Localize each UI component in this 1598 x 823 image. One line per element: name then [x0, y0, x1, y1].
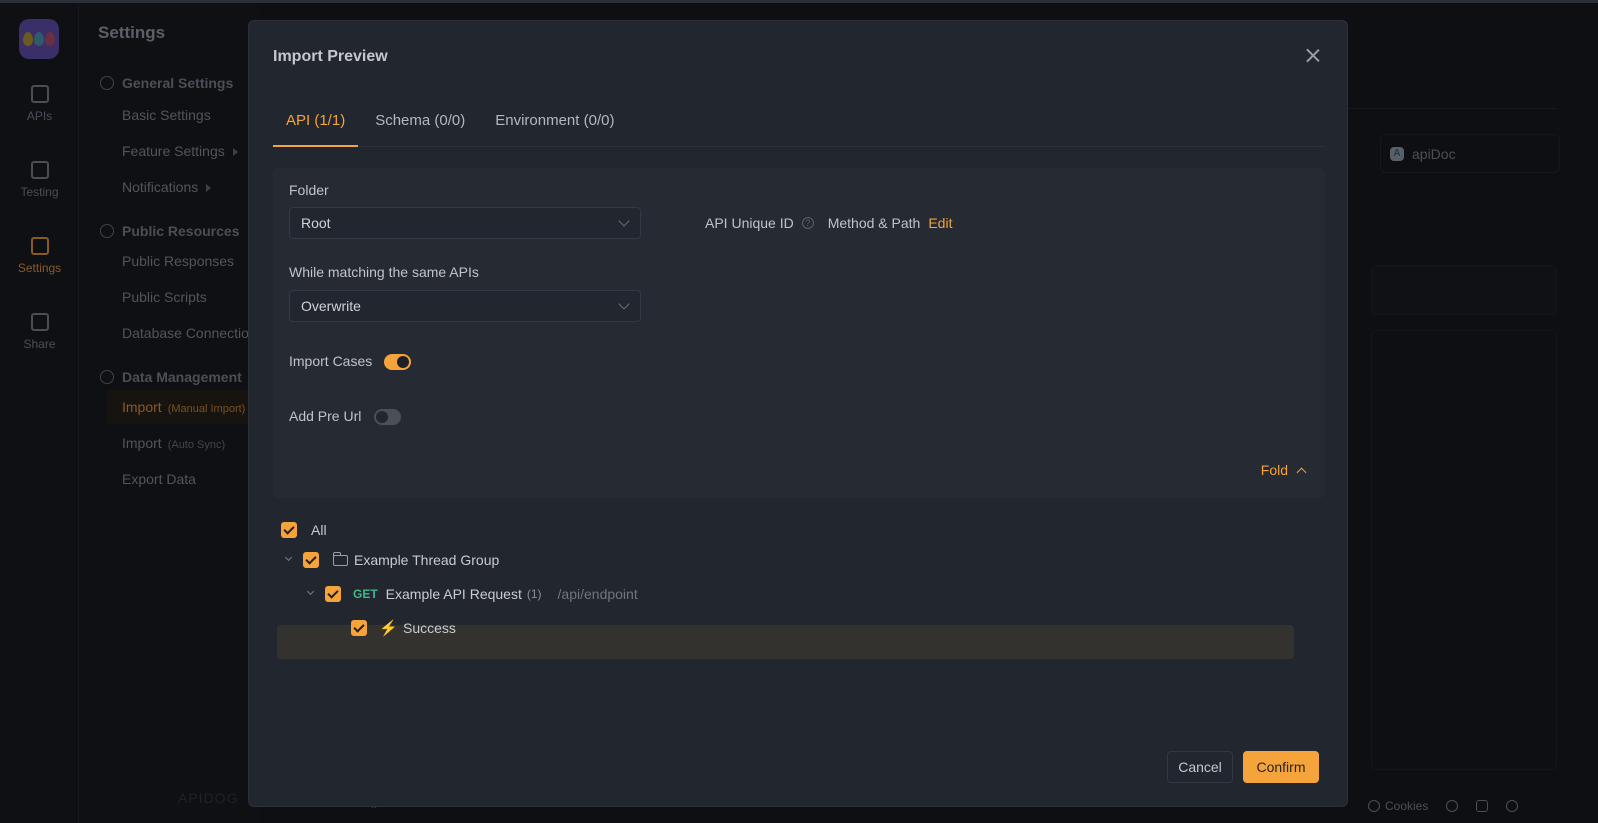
nav-feature-settings[interactable]: Feature Settings — [122, 143, 238, 159]
cookies-button[interactable]: Cookies — [1368, 799, 1428, 813]
share-icon — [30, 313, 49, 331]
nav-public-scripts[interactable]: Public Scripts — [122, 289, 207, 305]
bg-panel — [1371, 265, 1557, 315]
close-icon[interactable] — [1303, 46, 1323, 66]
import-cases-toggle[interactable] — [384, 354, 411, 370]
settings-nav: Settings General Settings Basic Settings… — [80, 3, 282, 823]
method-badge: GET — [353, 587, 378, 601]
rail-item-settings[interactable]: Settings — [0, 237, 79, 275]
checkbox-api[interactable] — [325, 586, 341, 602]
gear-icon — [100, 76, 114, 90]
bg-apidoc-option: A apiDoc — [1380, 134, 1560, 173]
nav-notifications[interactable]: Notifications — [122, 179, 212, 195]
add-pre-url-label: Add Pre Url — [289, 408, 362, 424]
caret-right-icon — [206, 184, 212, 192]
folder-icon — [332, 551, 348, 566]
api-path: /api/endpoint — [557, 586, 638, 602]
cancel-button[interactable]: Cancel — [1167, 751, 1233, 783]
help-icon[interactable] — [1506, 800, 1519, 812]
add-pre-url-toggle[interactable] — [374, 409, 401, 425]
chevron-down-icon — [618, 298, 630, 310]
api-icon — [30, 85, 49, 103]
nav-import-auto-sync[interactable]: Import (Auto Sync) — [122, 435, 225, 451]
import-options-card: Folder Root API Unique ID ? Method & Pat… — [273, 168, 1325, 498]
bg-divider — [1335, 108, 1557, 109]
caret-right-icon — [232, 148, 238, 156]
layers-icon — [100, 224, 114, 238]
nav-basic-settings[interactable]: Basic Settings — [122, 107, 211, 123]
tab-schema[interactable]: Schema (0/0) — [362, 109, 478, 147]
matching-select[interactable]: Overwrite — [289, 290, 641, 322]
settings-title: Settings — [98, 23, 166, 42]
chevron-down-icon[interactable] — [285, 556, 293, 564]
tab-bar: API (1/1) Schema (0/0) Environment (0/0) — [273, 109, 1325, 147]
bg-panel — [1371, 330, 1557, 770]
rail-item-apis[interactable]: APIs — [0, 85, 79, 123]
chevron-down-icon[interactable] — [307, 590, 315, 598]
tab-api[interactable]: API (1/1) — [273, 109, 359, 147]
import-preview-modal: Import Preview API (1/1) Schema (0/0) En… — [248, 20, 1348, 807]
question-icon[interactable]: ? — [801, 217, 814, 229]
apidoc-icon: A — [1390, 146, 1404, 161]
footer-toolbar: Cookies — [1368, 796, 1598, 816]
testing-icon — [30, 161, 49, 179]
modal-title: Import Preview — [273, 48, 388, 65]
matching-label: While matching the same APIs — [289, 264, 479, 280]
app-logo — [19, 19, 59, 59]
shirt-icon[interactable] — [1476, 800, 1489, 812]
group-public-resources: Public Resources — [100, 223, 240, 239]
tree-row-api[interactable]: GET Example API Request (1) /api/endpoin… — [307, 577, 638, 611]
rail-item-share[interactable]: Share — [0, 313, 79, 351]
group-general-settings: General Settings — [100, 75, 233, 91]
checkbox-case[interactable] — [351, 620, 367, 636]
rail-item-testing[interactable]: Testing — [0, 161, 79, 199]
confirm-button[interactable]: Confirm — [1243, 751, 1319, 783]
tree-row-case[interactable]: ⚡ Success — [351, 611, 456, 645]
checkbox-all[interactable] — [281, 522, 297, 538]
checkbox-group[interactable] — [303, 552, 319, 568]
database-icon — [100, 370, 114, 384]
unique-id-value: Method & Path — [827, 215, 921, 231]
import-cases-label: Import Cases — [289, 353, 373, 369]
settings-icon — [30, 237, 49, 255]
cookie-icon — [1368, 800, 1380, 812]
folder-select[interactable]: Root — [289, 207, 641, 239]
tree-row-group[interactable]: Example Thread Group — [285, 543, 499, 577]
chevron-up-icon — [1296, 467, 1307, 477]
edit-unique-id-link[interactable]: Edit — [928, 215, 952, 231]
tree-row-all[interactable]: All — [281, 513, 327, 547]
group-data-management: Data Management — [100, 369, 242, 385]
brand-footer-logo: APIDOG — [178, 790, 239, 806]
nav-database-connections[interactable]: Database Connections — [122, 325, 264, 341]
nav-public-responses[interactable]: Public Responses — [122, 253, 234, 269]
folder-label: Folder — [289, 182, 329, 198]
app-rail: APIs Testing Settings Share — [0, 3, 79, 823]
api-unique-id-row: API Unique ID ? Method & Path Edit — [705, 215, 953, 231]
fold-button[interactable]: Fold — [1261, 462, 1307, 478]
upload-icon[interactable] — [1446, 800, 1459, 812]
tab-environment[interactable]: Environment (0/0) — [482, 109, 627, 147]
test-case-icon: ⚡ — [379, 620, 398, 637]
chevron-down-icon — [618, 215, 630, 227]
nav-export-data[interactable]: Export Data — [122, 471, 196, 487]
